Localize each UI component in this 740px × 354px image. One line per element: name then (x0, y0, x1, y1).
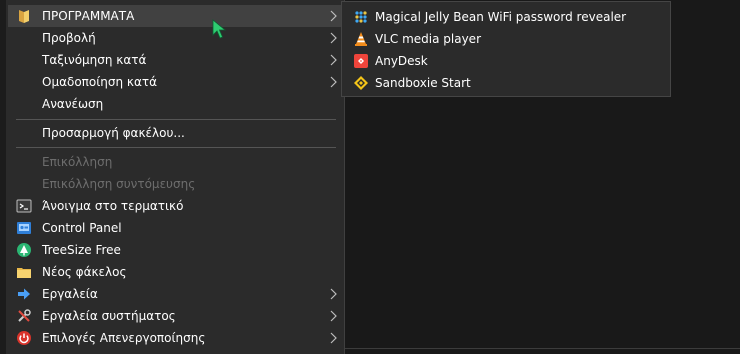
context-menu: ΠΡΟΓΡΑΜΜΑΤΑ Προβολή Ταξινόμηση κατά Ομαδ… (6, 0, 345, 354)
chevron-right-icon (330, 76, 337, 88)
menu-item-tools[interactable]: Εργαλεία (8, 283, 342, 305)
menu-separator (16, 147, 336, 148)
submenu-item-vlc[interactable]: VLC media player (343, 28, 669, 50)
submenu-item-magical-jelly-bean[interactable]: Magical Jelly Bean WiFi password reveale… (343, 6, 669, 28)
mouse-cursor-icon (212, 19, 227, 39)
chevron-right-icon (330, 310, 337, 322)
submenu-item-label: AnyDesk (375, 54, 428, 68)
anydesk-icon (354, 54, 368, 68)
chevron-right-icon (330, 332, 337, 344)
menu-item-label: Επικόλληση (42, 155, 113, 169)
power-icon (17, 331, 31, 345)
menu-item-system-tools[interactable]: Εργαλεία συστήματος (8, 305, 342, 327)
programs-submenu: Magical Jelly Bean WiFi password reveale… (341, 1, 671, 97)
chevron-right-icon (330, 288, 337, 300)
menu-item-treesize[interactable]: TreeSize Free (8, 239, 342, 261)
control-panel-icon (17, 222, 31, 234)
menu-item-label: Ομαδοποίηση κατά (42, 75, 158, 89)
chevron-right-icon (330, 32, 337, 44)
chevron-right-icon (330, 54, 337, 66)
menu-item-customize-folder[interactable]: Προσαρμογή φακέλου... (8, 122, 342, 144)
menu-item-label: Εργαλεία (42, 287, 98, 301)
menu-item-label: ΠΡΟΓΡΑΜΜΑΤΑ (42, 9, 135, 23)
menu-item-label: Control Panel (42, 221, 122, 235)
menu-separator (16, 119, 336, 120)
menu-item-open-terminal[interactable]: Άνοιγμα στο τερματικό (8, 195, 342, 217)
menu-item-label: Εργαλεία συστήματος (42, 309, 176, 323)
arrow-right-icon (18, 288, 30, 300)
menu-item-label: Νέος φάκελος (42, 265, 127, 279)
folder-icon (19, 10, 29, 23)
menu-item-sort-by[interactable]: Ταξινόμηση κατά (8, 49, 342, 71)
menu-item-view[interactable]: Προβολή (8, 27, 342, 49)
tools-icon (18, 309, 31, 322)
menu-item-programmata[interactable]: ΠΡΟΓΡΑΜΜΑΤΑ (8, 5, 342, 27)
submenu-item-label: VLC media player (375, 32, 482, 46)
menu-item-new-folder[interactable]: Νέος φάκελος (8, 261, 342, 283)
menu-item-label: Άνοιγμα στο τερματικό (42, 199, 184, 213)
vlc-cone-icon (355, 32, 367, 46)
taskbar-edge (345, 348, 740, 349)
submenu-item-sandboxie[interactable]: Sandboxie Start (343, 72, 669, 94)
menu-item-label: Ανανέωση (42, 97, 104, 111)
submenu-item-anydesk[interactable]: AnyDesk (343, 50, 669, 72)
chevron-right-icon (330, 10, 337, 22)
menu-item-label: Ταξινόμηση κατά (42, 53, 147, 67)
submenu-item-label: Magical Jelly Bean WiFi password reveale… (375, 10, 627, 24)
menu-item-label: TreeSize Free (42, 243, 121, 257)
submenu-item-label: Sandboxie Start (375, 76, 471, 90)
menu-item-label: Προβολή (42, 31, 96, 45)
menu-item-group-by[interactable]: Ομαδοποίηση κατά (8, 71, 342, 93)
menu-item-label: Επιλογές Απενεργοποίησης (42, 331, 206, 345)
menu-item-label: Προσαρμογή φακέλου... (42, 126, 185, 140)
menu-item-refresh[interactable]: Ανανέωση (8, 93, 342, 115)
menu-item-shutdown-options[interactable]: Επιλογές Απενεργοποίησης (8, 327, 342, 349)
terminal-icon (16, 199, 32, 213)
magical-jelly-bean-icon (355, 11, 367, 23)
menu-item-paste: Επικόλληση (8, 151, 342, 173)
folder-icon (17, 268, 31, 278)
menu-item-paste-shortcut: Επικόλληση συντόμευσης (8, 173, 342, 195)
menu-item-control-panel[interactable]: Control Panel (8, 217, 342, 239)
menu-item-label: Επικόλληση συντόμευσης (42, 177, 196, 191)
sandboxie-icon (354, 76, 368, 90)
treesize-icon (17, 243, 31, 257)
